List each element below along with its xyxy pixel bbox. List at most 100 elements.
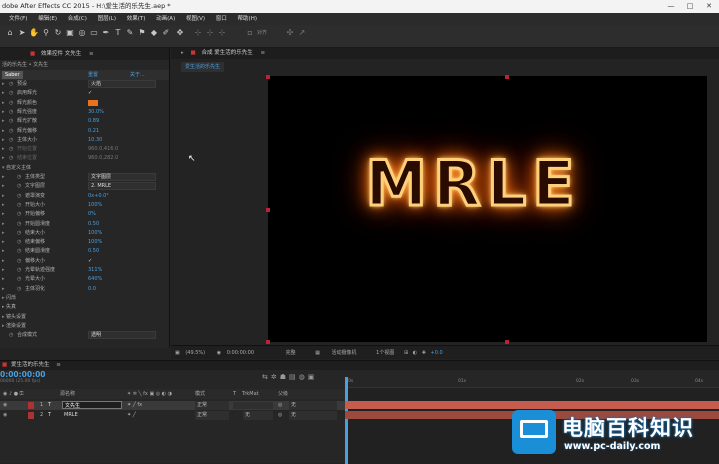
effect-property-row[interactable]: ▸ ◷ 主体类型 文字图层: [0, 173, 168, 182]
layer-label-color[interactable]: [28, 412, 34, 419]
rotate-tool-icon[interactable]: ↻: [53, 28, 63, 38]
stopwatch-icon[interactable]: ◷: [17, 285, 21, 294]
stopwatch-icon[interactable]: ◷: [9, 80, 13, 89]
menu-edit[interactable]: 编辑(E): [38, 13, 57, 25]
stopwatch-icon[interactable]: ◷: [9, 99, 13, 108]
twirl-icon[interactable]: ▸: [2, 257, 5, 266]
twirl-open-icon[interactable]: ▾: [2, 164, 5, 173]
stopwatch-icon[interactable]: ◷: [17, 182, 21, 191]
motion-blur-icon[interactable]: ◍: [299, 373, 308, 381]
effect-property-row[interactable]: ▸ ◷ 辉光颜色: [0, 99, 168, 108]
twirl-icon[interactable]: ▸: [2, 99, 5, 108]
stopwatch-icon[interactable]: ◷: [9, 145, 13, 154]
eraser-tool-icon[interactable]: ◆: [149, 28, 159, 38]
effect-property-row[interactable]: ▸ ◷ 开始位置 960.0,416.0: [0, 145, 168, 154]
stopwatch-icon[interactable]: ◷: [9, 108, 13, 117]
property-value[interactable]: 640%: [88, 275, 102, 284]
effect-property-row[interactable]: ▸ ◷ 辉光偏移 0.21: [0, 127, 168, 136]
current-time[interactable]: 0:00:00:00: [227, 350, 254, 356]
bounds-handle[interactable]: [266, 340, 270, 344]
menu-file[interactable]: 文件(F): [9, 13, 27, 25]
twirl-icon[interactable]: ▸: [2, 192, 5, 201]
twirl-icon[interactable]: ▸: [2, 80, 5, 89]
layer-trkmat-dropdown[interactable]: [233, 402, 273, 409]
parent-pickwhip-icon[interactable]: ◎: [278, 411, 282, 420]
column-parent[interactable]: 父级: [278, 389, 288, 399]
color-swatch[interactable]: [88, 99, 98, 106]
composition-title[interactable]: 合成 爱生活的乐先生: [201, 50, 252, 56]
effect-property-row[interactable]: ▸ ◷ 光晕轨迹强度 311%: [0, 266, 168, 275]
effect-property-row[interactable]: ▸ ◷ 结束圆滑度 0.50: [0, 247, 168, 256]
effect-property-row[interactable]: ▸ ◷ 结束偏移 100%: [0, 238, 168, 247]
draft-3d-icon[interactable]: ✲: [271, 373, 280, 381]
stopwatch-icon[interactable]: ◷: [17, 238, 21, 247]
twirl-icon[interactable]: ▸: [2, 238, 5, 247]
panel-close-icon[interactable]: ■: [2, 362, 7, 368]
twirl-icon[interactable]: ▸: [2, 285, 5, 294]
effect-controls-tab[interactable]: ■ 效果控件 文先生 ≡: [0, 48, 169, 60]
twirl-icon[interactable]: ▸: [2, 145, 5, 154]
column-mode[interactable]: 模式: [195, 389, 205, 399]
twirl-icon[interactable]: ▸: [2, 173, 5, 182]
layer-mode-dropdown[interactable]: 正常: [195, 411, 229, 420]
selection-tool-icon[interactable]: ➤: [17, 28, 27, 38]
menu-effect[interactable]: 效果(T): [127, 13, 146, 25]
property-value[interactable]: 311%: [88, 266, 102, 275]
effect-group-row[interactable]: ▸ 闪烁: [0, 294, 168, 303]
stopwatch-icon[interactable]: ◷: [9, 117, 13, 126]
property-dropdown[interactable]: 文字图层: [88, 173, 156, 181]
effect-property-row[interactable]: ▸ ◷ 主体大小 10.30: [0, 136, 168, 145]
timeline-tab[interactable]: ■ 爱生活的乐先生 ≡: [0, 361, 719, 370]
panel-close-icon[interactable]: ■: [191, 50, 196, 56]
effect-property-row[interactable]: ▸ ◷ 文字图层 2. MRLE: [0, 182, 168, 191]
frame-blend-icon[interactable]: ▤: [289, 373, 299, 381]
snap-option-icon[interactable]: ✣: [285, 28, 295, 38]
camera-dropdown[interactable]: 活动摄像机: [332, 350, 357, 356]
effect-property-row[interactable]: ▸ ◷ 偏移大小 ✓: [0, 257, 168, 266]
effect-property-row[interactable]: ▸ ◷ 主体羽化 0.0: [0, 285, 168, 294]
menu-window[interactable]: 窗口: [216, 13, 227, 25]
pen-tool-icon[interactable]: ✒: [101, 28, 111, 38]
resolution-dropdown[interactable]: 完整: [286, 350, 296, 356]
reset-link[interactable]: 重置: [88, 70, 98, 80]
twirl-icon[interactable]: ▸: [2, 136, 5, 145]
always-preview-icon[interactable]: ▣: [175, 350, 180, 356]
twirl-icon[interactable]: ▸: [2, 313, 5, 322]
layer-mode-dropdown[interactable]: 正常: [195, 401, 229, 410]
grid-icon[interactable]: ⊞: [404, 350, 408, 356]
twirl-icon[interactable]: ▸: [2, 154, 5, 163]
effect-property-row[interactable]: ▸ ◷ 辉光扩散 0.89: [0, 117, 168, 126]
property-value[interactable]: 960.0,282.0: [88, 154, 118, 163]
menu-view[interactable]: 视图(V): [186, 13, 205, 25]
snap-checkbox-icon[interactable]: ▫: [245, 28, 255, 38]
stopwatch-icon[interactable]: ◷: [17, 247, 21, 256]
effect-group-row[interactable]: ▸ 渲染设置: [0, 322, 168, 331]
property-value[interactable]: 960.0,416.0: [88, 145, 118, 154]
bounds-handle[interactable]: [266, 208, 270, 212]
puppet-pin-tool-icon[interactable]: ✥: [175, 28, 185, 38]
timeline-timecode[interactable]: 0:00:00:00: [0, 370, 46, 379]
effect-property-row[interactable]: ▸ ◷ 遮罩演变 0x+0.0°: [0, 192, 168, 201]
effect-property-row[interactable]: ◷ 合成模式 透明: [0, 331, 168, 340]
custom-body-group[interactable]: ▾ 自定义主体: [0, 164, 168, 173]
close-button[interactable]: ✕: [700, 0, 718, 13]
property-checkbox[interactable]: ✓: [88, 89, 92, 98]
twirl-icon[interactable]: ▸: [2, 89, 5, 98]
views-dropdown[interactable]: 1个视图: [376, 350, 394, 356]
column-trkmat[interactable]: TrkMat: [242, 389, 259, 399]
snapshot-icon[interactable]: ◉: [217, 350, 221, 356]
camera-tool-icon[interactable]: ▣: [65, 28, 75, 38]
twirl-icon[interactable]: ▸: [2, 127, 5, 136]
effect-group-row[interactable]: ▸ 镜头设置: [0, 313, 168, 322]
magnification-dropdown[interactable]: (49.5%): [185, 350, 205, 356]
menu-composition[interactable]: 合成(C): [68, 13, 87, 25]
composition-viewer[interactable]: MRLE: [268, 76, 707, 342]
menu-animation[interactable]: 动画(A): [156, 13, 175, 25]
graph-editor-icon[interactable]: ▣: [308, 373, 318, 381]
stopwatch-icon[interactable]: ◷: [17, 266, 21, 275]
property-dropdown[interactable]: 透明: [88, 331, 156, 340]
twirl-icon[interactable]: ▸: [2, 220, 5, 229]
effect-property-row[interactable]: ▸ ◷ 结束位置 960.0,282.0: [0, 154, 168, 163]
stopwatch-icon[interactable]: ◷: [9, 331, 13, 340]
twirl-icon[interactable]: ▸: [2, 210, 5, 219]
